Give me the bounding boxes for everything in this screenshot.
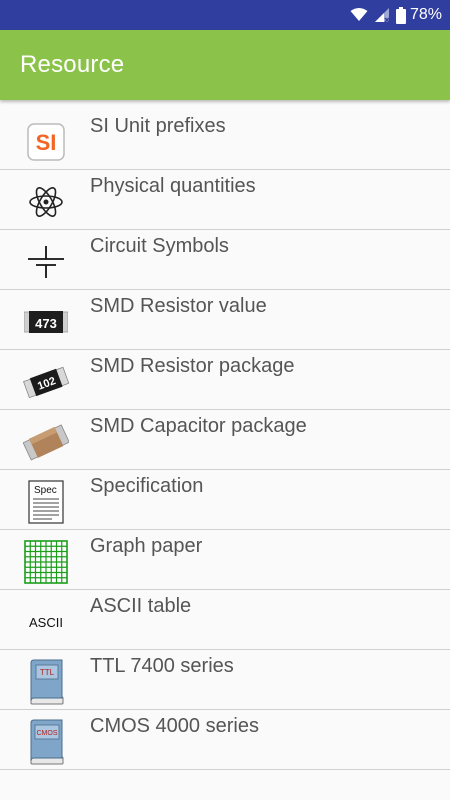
smd-capacitor-icon [22, 418, 70, 466]
list-item-cmos-4000-series[interactable]: CMOS CMOS 4000 series [0, 710, 450, 770]
list-item-circuit-symbols[interactable]: Circuit Symbols [0, 230, 450, 290]
ascii-icon: ASCII [22, 598, 70, 646]
list-item-specification[interactable]: Spec Specification [0, 470, 450, 530]
list-item-label: Graph paper [90, 535, 203, 557]
battery-icon [395, 6, 406, 24]
smd-473-text: 473 [35, 316, 57, 331]
spec-icon-text: Spec [34, 485, 57, 496]
smd-resistor-473-icon: 473 [22, 298, 70, 346]
page-title: Resource [20, 51, 125, 78]
list-item-smd-resistor-package[interactable]: 102 SMD Resistor package [0, 350, 450, 410]
capacitor-symbol-icon [22, 238, 70, 286]
resource-list: SI SI Unit prefixes Physical quantities [0, 110, 450, 770]
list-item-si-unit-prefixes[interactable]: SI SI Unit prefixes [0, 110, 450, 170]
list-item-label: ASCII table [90, 595, 192, 617]
ttl-icon-text: TTL [40, 668, 55, 677]
list-item-smd-resistor-value[interactable]: 473 SMD Resistor value [0, 290, 450, 350]
graph-paper-icon [22, 538, 70, 586]
list-item-smd-capacitor-package[interactable]: SMD Capacitor package [0, 410, 450, 470]
smd-resistor-102-icon: 102 [22, 358, 70, 406]
list-item-label: Circuit Symbols [90, 235, 229, 257]
list-item-label: Physical quantities [90, 175, 256, 197]
si-unit-icon: SI [22, 118, 70, 166]
list-item-label: TTL 7400 series [90, 655, 234, 677]
battery-percent: 78% [409, 6, 442, 23]
ttl-book-icon: TTL [22, 658, 70, 706]
ascii-icon-text: ASCII [29, 614, 63, 630]
cmos-icon-text: CMOS [37, 730, 58, 737]
list-item-label: CMOS 4000 series [90, 715, 259, 737]
si-icon-text: SI [36, 130, 57, 155]
status-bar: 78% [0, 0, 450, 30]
list-item-label: SI Unit prefixes [90, 115, 226, 137]
signal-icon [374, 7, 390, 23]
app-bar: Resource [0, 30, 450, 100]
list-item-label: SMD Resistor value [90, 295, 267, 317]
list-item-ttl-7400-series[interactable]: TTL TTL 7400 series [0, 650, 450, 710]
list-item-label: SMD Resistor package [90, 355, 295, 377]
list-item-label: SMD Capacitor package [90, 415, 307, 437]
cmos-book-icon: CMOS [22, 718, 70, 766]
list-item-label: Specification [90, 475, 204, 497]
list-item-physical-quantities[interactable]: Physical quantities [0, 170, 450, 230]
atom-icon [22, 178, 70, 226]
list-item-graph-paper[interactable]: Graph paper [0, 530, 450, 590]
spec-document-icon: Spec [22, 478, 70, 526]
wifi-icon [350, 8, 368, 22]
list-item-ascii-table[interactable]: ASCII ASCII table [0, 590, 450, 650]
